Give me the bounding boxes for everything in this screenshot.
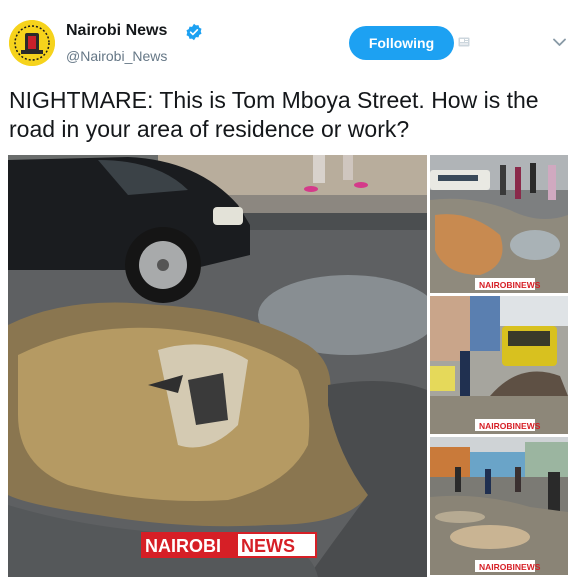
chevron-down-icon[interactable] [553, 38, 566, 47]
thumb3-watermark: NAIROBINEWS [479, 562, 541, 572]
watermark-news: NEWS [241, 536, 295, 556]
avatar[interactable] [9, 20, 55, 66]
thumbnail-photo-road[interactable]: NAIROBINEWS [430, 437, 568, 575]
thumb1-watermark: NAIROBINEWS [479, 280, 541, 290]
thumb2-watermark: NAIROBINEWS [479, 421, 541, 431]
tweet-media-grid: NAIROBI NEWS NAIROBINEWS NAIROBINEWS NAI… [8, 155, 568, 577]
media-card-icon[interactable] [458, 37, 470, 47]
watermark-nairobi: NAIROBI [145, 536, 221, 556]
following-button[interactable]: Following [349, 26, 454, 60]
tweet-header: Nairobi News @Nairobi_News Following [0, 0, 575, 80]
avatar-logo-icon [9, 20, 55, 66]
main-photo-pothole[interactable]: NAIROBI NEWS [8, 155, 427, 577]
thumbnail-photo-street[interactable]: NAIROBINEWS [430, 155, 568, 293]
verified-badge-icon [186, 23, 202, 41]
tweet-text: NIGHTMARE: This is Tom Mboya Street. How… [9, 87, 539, 142]
account-handle[interactable]: @Nairobi_News [66, 48, 167, 64]
account-name[interactable]: Nairobi News [66, 22, 167, 40]
thumbnail-photo-construction[interactable]: NAIROBINEWS [430, 296, 568, 434]
